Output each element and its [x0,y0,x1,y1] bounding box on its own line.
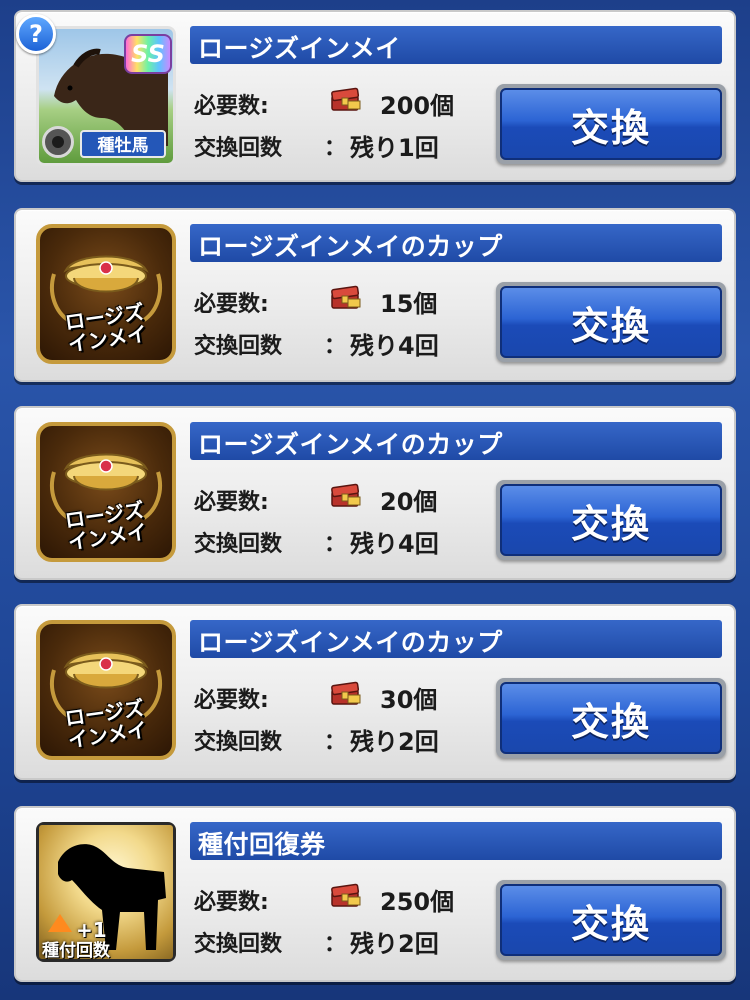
exchange-count-label: 交換回数 [194,532,283,557]
item-title-bar: 種付回復券 [190,822,722,860]
treasure-chest-icon [331,483,361,507]
cup-thumbnail[interactable]: ロージズ インメイ [36,620,176,760]
ticket-caption: 種付回数 [42,941,110,961]
item-title-bar: ロージズインメイのカップ [190,620,722,658]
exchange-count-label: 交換回数 [194,334,283,359]
required-label: 必要数: [194,688,269,713]
exchange-button[interactable]: 交換 [496,880,726,960]
help-icon[interactable]: ? [16,14,56,54]
item-title: ロージズインメイのカップ [198,628,503,657]
required-count: 20個 [380,488,438,516]
exchange-button[interactable]: 交換 [496,678,726,758]
item-title: ロージズインメイのカップ [198,430,503,459]
required-label: 必要数: [194,292,269,317]
item-title-bar: ロージズインメイのカップ [190,224,722,262]
treasure-chest-icon [331,681,361,705]
treasure-chest-icon [331,883,361,907]
exchange-item-card: SS 種牡馬 ロージズインメイ 必要数: 200個 交換回数 ： 残り1回 交換 [14,10,736,182]
remaining-count: 残り4回 [350,332,439,360]
item-title: ロージズインメイのカップ [198,232,503,261]
item-title-bar: ロージズインメイのカップ [190,422,722,460]
exchange-button[interactable]: 交換 [496,84,726,164]
treasure-chest-icon [331,285,361,309]
exchange-button-label: 交換 [570,901,651,946]
horse-thumbnail[interactable]: SS 種牡馬 [36,26,176,166]
treasure-chest-icon [331,87,361,111]
colon-separator: ： [324,532,347,557]
exchange-count-label: 交換回数 [194,136,283,161]
ticket-thumbnail[interactable]: +1 種付回数 [36,822,176,962]
required-label: 必要数: [194,890,269,915]
record-icon [42,126,74,158]
exchange-item-card: +1 種付回数 種付回復券 必要数: 250個 交換回数 ： 残り2回 交換 [14,806,736,982]
colon-separator: ： [324,136,347,161]
exchange-button-label: 交換 [570,699,651,744]
item-title: ロージズインメイ [198,34,401,63]
exchange-count-label: 交換回数 [194,932,283,957]
exchange-item-card: ロージズ インメイ ロージズインメイのカップ 必要数: 15個 交換回数 ： 残… [14,208,736,382]
colon-separator: ： [324,730,347,755]
remaining-count: 残り2回 [350,728,439,756]
required-count: 15個 [380,290,438,318]
exchange-button-label: 交換 [570,105,651,150]
exchange-button[interactable]: 交換 [496,480,726,560]
exchange-item-card: ロージズ インメイ ロージズインメイのカップ 必要数: 20個 交換回数 ： 残… [14,406,736,580]
colon-separator: ： [324,932,347,957]
required-count: 30個 [380,686,438,714]
rarity-badge: SS [124,34,172,74]
exchange-item-card: ロージズ インメイ ロージズインメイのカップ 必要数: 30個 交換回数 ： 残… [14,604,736,780]
cup-thumbnail[interactable]: ロージズ インメイ [36,422,176,562]
cup-thumbnail[interactable]: ロージズ インメイ [36,224,176,364]
required-label: 必要数: [194,490,269,515]
remaining-count: 残り4回 [350,530,439,558]
stallion-tag: 種牡馬 [80,130,166,158]
item-title: 種付回復券 [198,830,326,859]
exchange-button-label: 交換 [570,303,651,348]
colon-separator: ： [324,334,347,359]
remaining-count: 残り2回 [350,930,439,958]
required-count: 200個 [380,92,455,120]
exchange-count-label: 交換回数 [194,730,283,755]
up-arrow-icon [48,914,72,932]
exchange-button[interactable]: 交換 [496,282,726,362]
required-label: 必要数: [194,94,269,119]
required-count: 250個 [380,888,455,916]
item-title-bar: ロージズインメイ [190,26,722,64]
exchange-button-label: 交換 [570,501,651,546]
remaining-count: 残り1回 [350,134,439,162]
